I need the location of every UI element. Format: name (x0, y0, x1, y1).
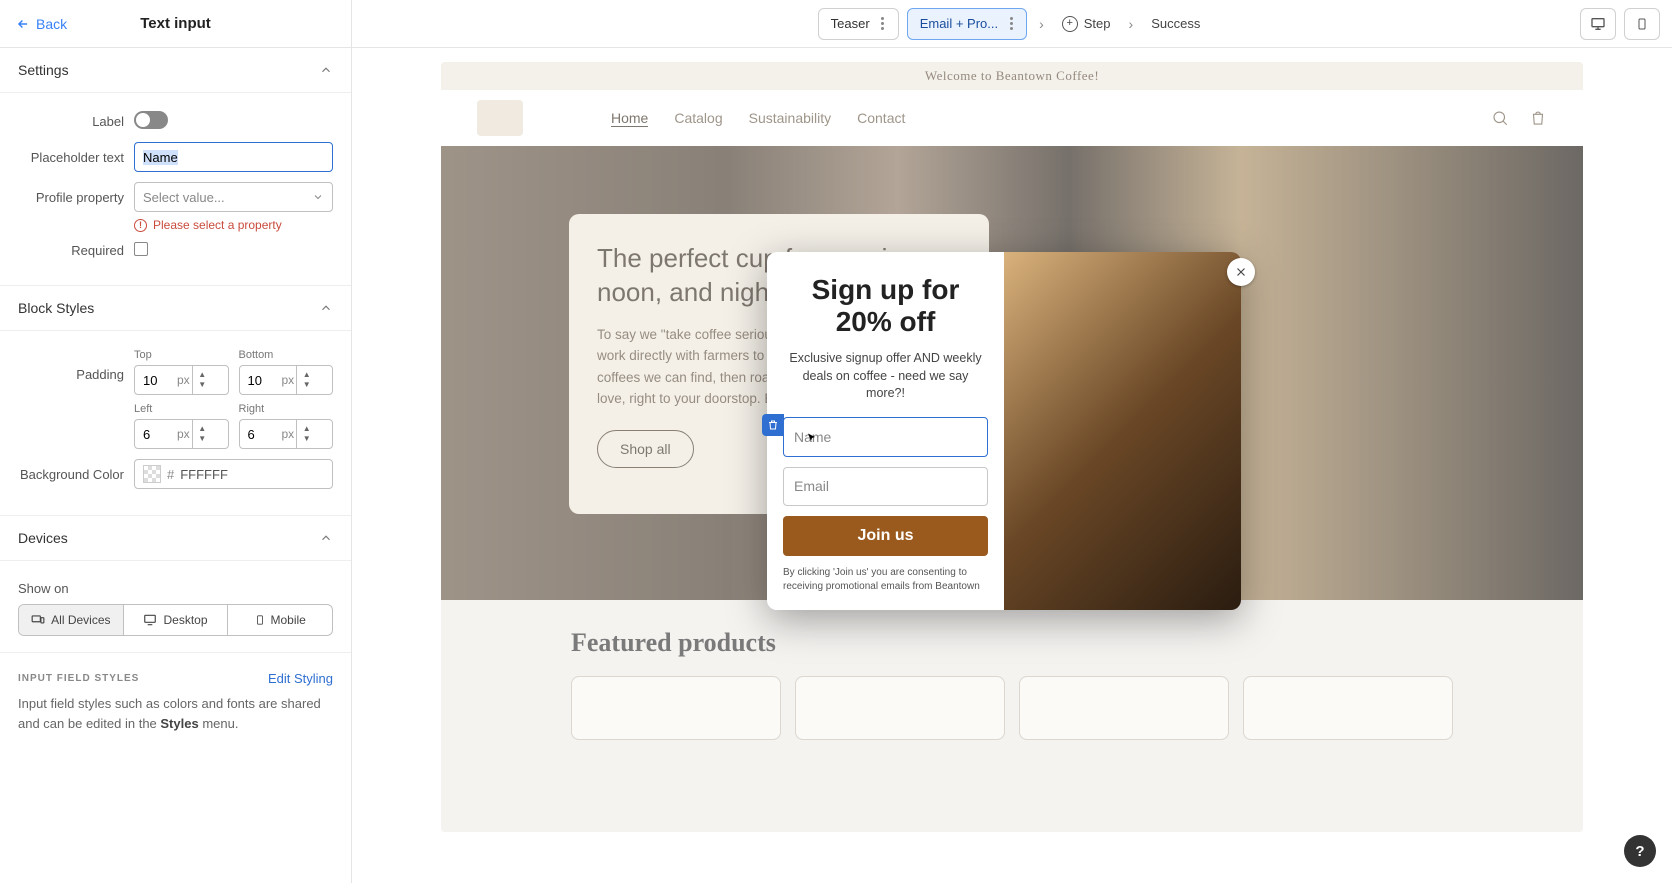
bgcolor-input[interactable]: # FFFFFF (134, 459, 333, 489)
help-button[interactable]: ? (1624, 835, 1656, 867)
padding-top-input[interactable]: px▲▼ (134, 365, 229, 395)
padding-left-input[interactable]: px▲▼ (134, 419, 229, 449)
popup-image (1004, 252, 1241, 610)
profile-property-select[interactable]: Select value... (134, 182, 333, 212)
device-mobile-button[interactable]: Mobile (228, 605, 332, 635)
stepper-arrows-icon[interactable]: ▲▼ (192, 420, 212, 448)
featured-title: Featured products (571, 628, 1453, 658)
padding-label: Padding (18, 349, 124, 382)
stepper-arrows-icon[interactable]: ▲▼ (296, 366, 316, 394)
show-on-label: Show on (18, 581, 333, 596)
close-icon (1234, 265, 1248, 279)
required-label: Required (18, 243, 124, 258)
popup-email-field[interactable]: Email (783, 467, 988, 507)
desktop-preview-button[interactable] (1580, 8, 1616, 40)
page-title: Text input (140, 15, 211, 32)
nav-catalog: Catalog (674, 110, 722, 127)
back-label: Back (36, 16, 67, 32)
placeholder-field-label: Placeholder text (18, 150, 124, 165)
site-logo (477, 100, 523, 136)
delete-block-button[interactable] (762, 414, 784, 436)
required-checkbox[interactable] (134, 242, 148, 256)
search-icon (1491, 109, 1509, 127)
profile-property-label: Profile property (18, 190, 124, 205)
input-field-styles-desc: Input field styles such as colors and fo… (0, 694, 351, 751)
chevron-right-icon: › (1035, 16, 1048, 32)
stepper-arrows-icon[interactable]: ▲▼ (192, 366, 212, 394)
block-styles-section-toggle[interactable]: Block Styles (0, 286, 351, 331)
popup-subtitle: Exclusive signup offer AND weekly deals … (783, 350, 988, 403)
kebab-icon[interactable] (876, 17, 890, 30)
popup-title: Sign up for20% off (812, 274, 960, 338)
preview-canvas[interactable]: Welcome to Beantown Coffee! Home Catalog… (441, 62, 1583, 832)
stepper-teaser[interactable]: Teaser (818, 8, 899, 40)
plus-circle-icon: + (1062, 16, 1078, 32)
stepper-arrows-icon[interactable]: ▲▼ (296, 420, 316, 448)
product-card (795, 676, 1005, 740)
nav-contact: Contact (857, 110, 905, 127)
nav-home: Home (611, 110, 648, 127)
site-banner: Welcome to Beantown Coffee! (441, 62, 1583, 90)
popup-name-field[interactable]: Name (783, 417, 988, 457)
alert-circle-icon: ! (134, 219, 147, 232)
profile-property-error: ! Please select a property (134, 218, 333, 232)
back-button[interactable]: Back (0, 16, 83, 32)
kebab-icon[interactable] (1004, 17, 1018, 30)
input-field-styles-heading: INPUT FIELD STYLES (18, 673, 139, 684)
device-all-button[interactable]: All Devices (19, 605, 124, 635)
stepper-success[interactable]: Success (1145, 16, 1206, 31)
mobile-icon (255, 613, 265, 627)
product-card (1019, 676, 1229, 740)
bag-icon (1529, 109, 1547, 127)
mobile-preview-button[interactable] (1624, 8, 1660, 40)
popup-join-button[interactable]: Join us (783, 516, 988, 556)
product-card (1243, 676, 1453, 740)
product-card (571, 676, 781, 740)
popup-fineprint: By clicking 'Join us' you are consenting… (783, 566, 988, 594)
monitor-icon (143, 613, 157, 627)
bgcolor-label: Background Color (18, 467, 124, 482)
chevron-down-icon (312, 191, 324, 203)
chevron-up-icon (319, 301, 333, 315)
color-swatch-icon (143, 465, 161, 483)
edit-styling-link[interactable]: Edit Styling (268, 671, 333, 686)
padding-bottom-input[interactable]: px▲▼ (239, 365, 334, 395)
stepper-email-pro[interactable]: Email + Pro... (907, 8, 1027, 40)
chevron-up-icon (319, 63, 333, 77)
shop-all-button: Shop all (597, 430, 694, 468)
chevron-up-icon (319, 531, 333, 545)
mobile-icon (1636, 16, 1648, 32)
nav-sustain: Sustainability (749, 110, 832, 127)
stepper-add-step[interactable]: + Step (1056, 16, 1117, 32)
padding-right-input[interactable]: px▲▼ (239, 419, 334, 449)
label-toggle[interactable] (134, 111, 168, 129)
devices-icon (31, 613, 45, 627)
chevron-right-icon: › (1125, 16, 1138, 32)
device-desktop-button[interactable]: Desktop (124, 605, 229, 635)
label-field-label: Label (18, 114, 124, 129)
trash-icon (767, 419, 779, 431)
monitor-icon (1590, 16, 1606, 32)
placeholder-text-input[interactable] (134, 142, 333, 172)
popup-close-button[interactable] (1227, 258, 1255, 286)
devices-section-toggle[interactable]: Devices (0, 516, 351, 561)
settings-section-toggle[interactable]: Settings (0, 48, 351, 93)
signup-popup[interactable]: Sign up for20% off Exclusive signup offe… (767, 252, 1241, 610)
cursor-icon (806, 432, 818, 444)
arrow-left-icon (16, 17, 30, 31)
